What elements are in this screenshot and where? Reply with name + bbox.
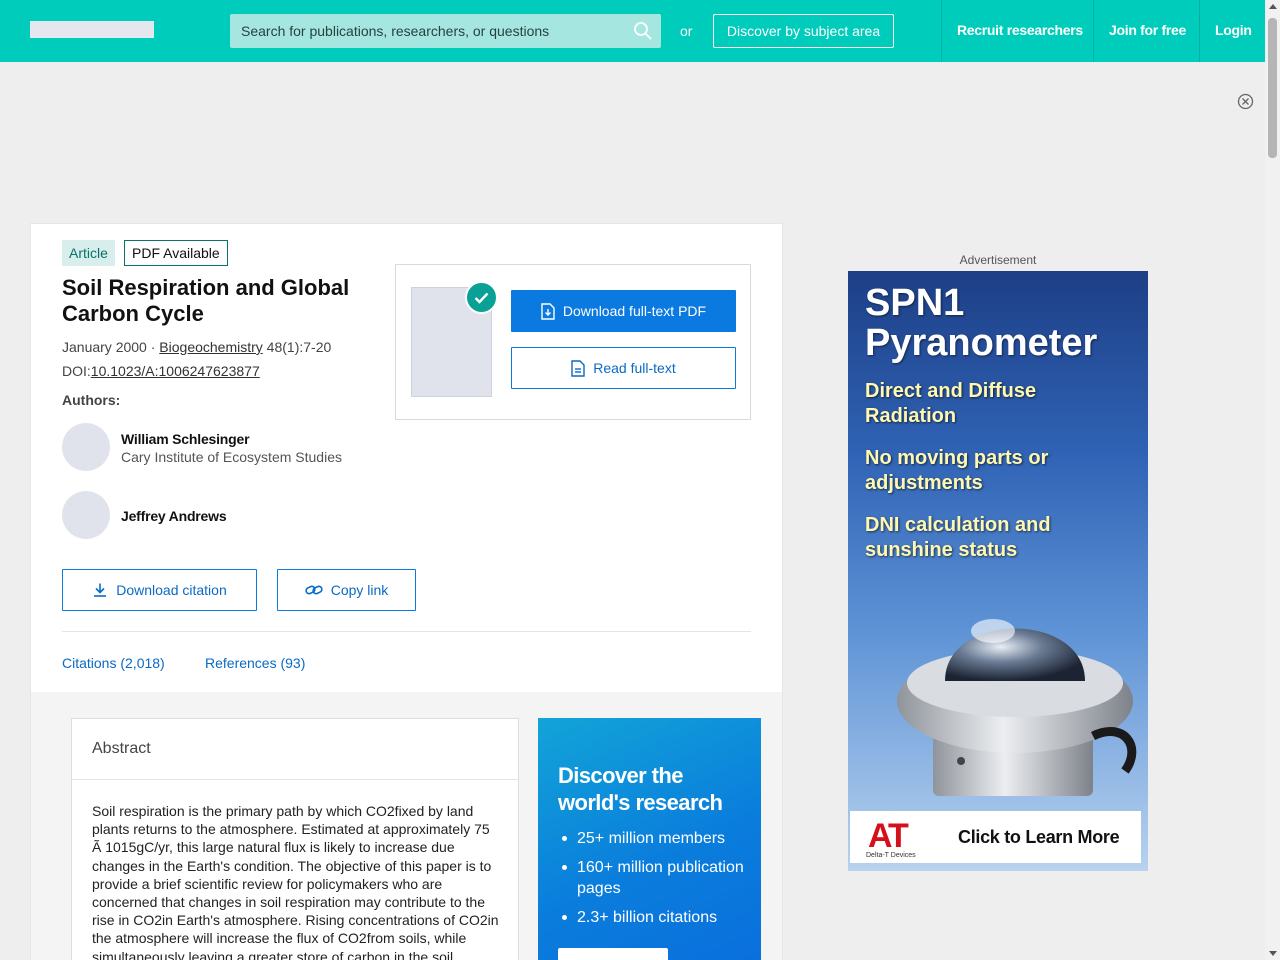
- ad-footer[interactable]: AT Delta-T Devices Click to Learn More: [850, 811, 1141, 863]
- checkmark-icon: [465, 281, 498, 314]
- nav-divider: [1199, 0, 1200, 62]
- list-item: 160+ million publication pages: [562, 857, 752, 899]
- abstract-divider: [72, 779, 518, 780]
- advertisement-banner[interactable]: SPN1 Pyranometer Direct and Diffuse Radi…: [848, 271, 1148, 871]
- site-logo[interactable]: [30, 21, 154, 38]
- advertisement-label: Advertisement: [959, 253, 1037, 267]
- publication-date: January 2000 ·: [62, 339, 160, 355]
- doi-link[interactable]: 10.1023/A:1006247623877: [91, 363, 260, 379]
- nav-divider: [1093, 0, 1094, 62]
- list-item: 25+ million members: [562, 828, 752, 849]
- article-type-badge: Article: [62, 240, 115, 266]
- ad-call-to-action[interactable]: Click to Learn More: [958, 827, 1120, 848]
- promo-list: 25+ million members 160+ million publica…: [562, 828, 752, 936]
- scroll-down-arrow-icon[interactable]: [1269, 951, 1277, 956]
- download-pdf-label: Download full-text PDF: [562, 303, 707, 319]
- pyranometer-image: [897, 619, 1137, 796]
- abstract-card: Abstract Soil respiration is the primary…: [71, 718, 519, 960]
- copy-link-label: Copy link: [330, 582, 389, 598]
- read-full-text-label: Read full-text: [593, 360, 676, 376]
- search-input[interactable]: [230, 14, 630, 48]
- doi-line: DOI:10.1023/A:1006247623877: [62, 363, 260, 379]
- ad-headline: SPN1 Pyranometer: [865, 282, 1098, 364]
- search-icon[interactable]: [633, 21, 653, 41]
- nav-divider: [941, 0, 942, 62]
- discover-research-promo: Discover the world's research 25+ millio…: [538, 718, 761, 960]
- download-icon: [94, 583, 107, 597]
- discover-by-subject-button[interactable]: Discover by subject area: [713, 14, 894, 48]
- download-full-text-pdf-button[interactable]: Download full-text PDF: [511, 290, 736, 332]
- download-citation-button[interactable]: Download citation: [62, 569, 257, 611]
- authors-label: Authors:: [62, 392, 121, 408]
- journal-link[interactable]: Biogeochemistry: [159, 339, 263, 355]
- download-citation-label: Download citation: [116, 582, 227, 598]
- ad-feature-text: DNI calculation and sunshine status: [865, 514, 1051, 561]
- file-download-icon: [541, 302, 555, 320]
- link-icon: [305, 585, 323, 595]
- avatar[interactable]: [62, 491, 110, 539]
- article-meta: January 2000 · Biogeochemistry 48(1):7-2…: [62, 339, 331, 355]
- article-title: Soil Respiration and Global Carbon Cycle: [62, 275, 350, 326]
- list-item: 2.3+ billion citations: [562, 907, 752, 928]
- file-icon: [571, 359, 585, 377]
- copy-link-button[interactable]: Copy link: [277, 569, 416, 611]
- promo-join-button[interactable]: [558, 948, 668, 960]
- page-scrollbar[interactable]: [1265, 0, 1280, 960]
- full-text-box: Download full-text PDF Read full-text: [395, 264, 751, 420]
- abstract-text: Soil respiration is the primary path by …: [92, 803, 499, 960]
- close-icon[interactable]: [1237, 93, 1254, 110]
- login-link[interactable]: Login: [1215, 22, 1252, 38]
- delta-t-logo: AT: [868, 817, 909, 855]
- tabs-divider: [62, 631, 751, 632]
- ad-feature-text: No moving parts or adjustments: [865, 447, 1049, 494]
- tab-references[interactable]: References (93): [205, 655, 305, 671]
- pdf-available-badge: PDF Available: [124, 240, 228, 266]
- avatar[interactable]: [62, 423, 110, 471]
- read-full-text-button[interactable]: Read full-text: [511, 347, 736, 389]
- tab-citations[interactable]: Citations (2,018): [62, 655, 165, 671]
- search-box[interactable]: [230, 14, 661, 48]
- volume-issue: 48(1):7-20: [262, 339, 332, 355]
- ad-feature-text: Direct and Diffuse Radiation: [865, 380, 1037, 427]
- promo-title: Discover the world's research: [558, 763, 723, 815]
- or-label: or: [680, 23, 693, 39]
- author-name[interactable]: Jeffrey Andrews: [121, 508, 227, 524]
- author-name[interactable]: William Schlesinger: [121, 431, 250, 447]
- delta-t-logo-subtitle: Delta-T Devices: [866, 852, 916, 859]
- top-navigation-bar: or Discover by subject area Recruit rese…: [0, 0, 1265, 62]
- doi-label: DOI:: [62, 363, 91, 379]
- scroll-up-arrow-icon[interactable]: [1269, 4, 1277, 9]
- scroll-thumb[interactable]: [1268, 18, 1277, 158]
- join-for-free-link[interactable]: Join for free: [1109, 22, 1186, 38]
- abstract-title: Abstract: [92, 740, 151, 757]
- author-institution[interactable]: Cary Institute of Ecosystem Studies: [121, 449, 342, 465]
- recruit-researchers-link[interactable]: Recruit researchers: [957, 22, 1083, 38]
